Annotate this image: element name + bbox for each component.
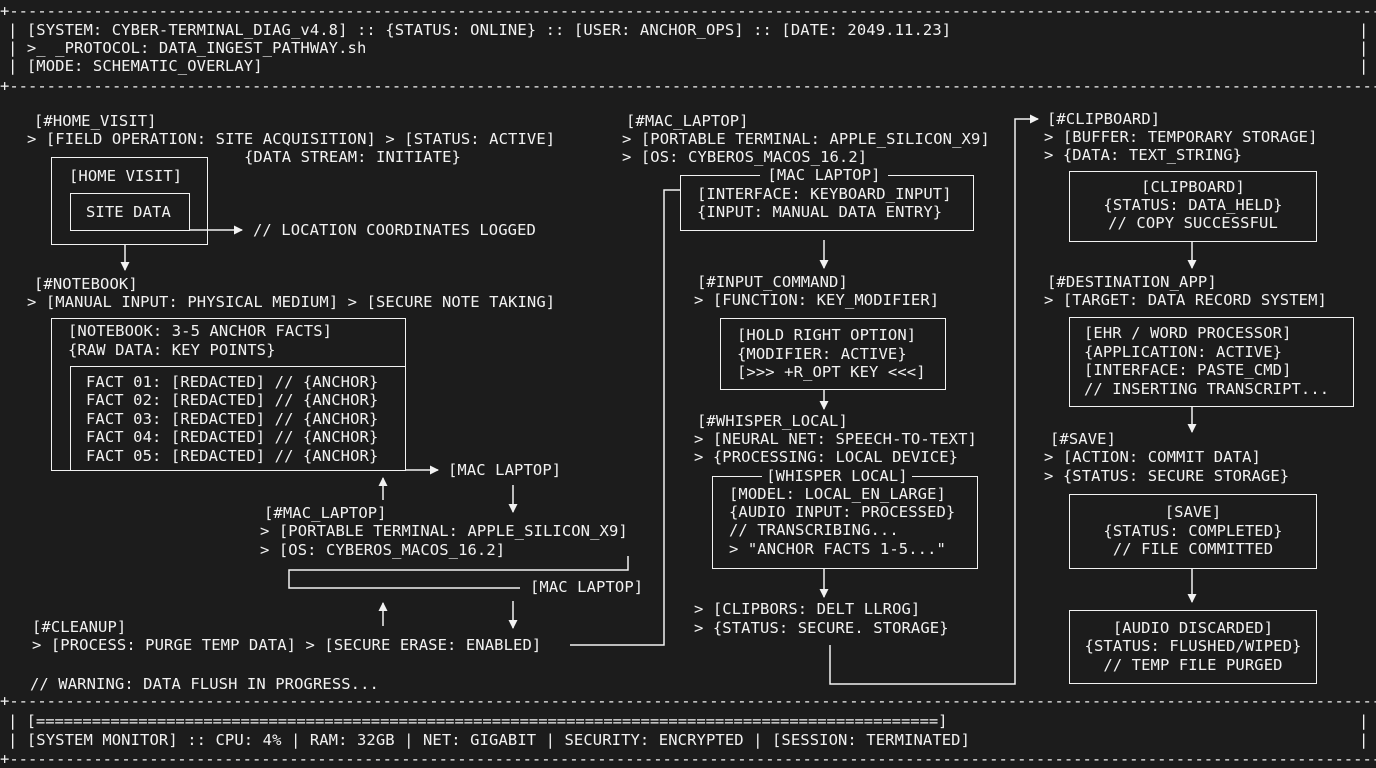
audio-discarded-line-3: // TEMP FILE PURGED (1103, 656, 1283, 674)
hold-option-line-1: [HOLD RIGHT OPTION] (737, 326, 917, 344)
home-visit-meta-1: > [FIELD OPERATION: SITE ACQUISITION] > … (27, 130, 556, 148)
whisper-local-meta-2: > {PROCESSING: LOCAL DEVICE} (694, 448, 959, 466)
data-flush-warning: // WARNING: DATA FLUSH IN PROGRESS... (30, 675, 379, 693)
save-box-line-3: // FILE COMMITTED (1112, 540, 1274, 558)
mac-laptop-box-line-2: {INPUT: MANUAL DATA ENTRY} (697, 203, 943, 221)
mac-laptop-meta-1-lower: > [PORTABLE TERMINAL: APPLE_SILICON_X9] (260, 522, 628, 540)
mac-laptop-meta-1: > [PORTABLE TERMINAL: APPLE_SILICON_X9] (622, 130, 990, 148)
footer-right-bar-2: | (1359, 731, 1369, 749)
mac-laptop-box-title: [MAC LAPTOP] (760, 166, 888, 185)
whisper-local-meta-1: > [NEURAL NET: SPEECH-TO-TEXT] (694, 430, 977, 448)
whisper-local-line-4: > "ANCHOR FACTS 1-5..." (729, 540, 946, 558)
destination-app-tag: [#DESTINATION_APP] (1047, 273, 1217, 291)
mac-laptop-label-1: [MAC LAPTOP] (448, 461, 562, 479)
whisper-local-box-title: [WHISPER LOCAL] (762, 467, 912, 486)
mac-laptop-box-line-1: [INTERFACE: KEYBOARD_INPUT] (697, 185, 952, 203)
whisper-local-tag: [#WHISPER_LOCAL] (697, 412, 848, 430)
clipboard-box-line-3: // COPY SUCCESSFUL (1108, 214, 1278, 232)
ehr-line-4: // INSERTING TRANSCRIPT... (1084, 380, 1330, 398)
clipboard-step-meta-1: > [CLIPBORS: DELT LLROG] (694, 600, 921, 618)
footer-right-bar-1: | (1359, 712, 1369, 730)
fact-item: FACT 02: [REDACTED] // {ANCHOR} (86, 391, 379, 409)
input-command-meta: > [FUNCTION: KEY_MODIFIER] (694, 291, 940, 309)
save-meta-1: > [ACTION: COMMIT DATA] (1044, 448, 1261, 466)
ehr-line-1: [EHR / WORD PROCESSOR] (1084, 324, 1292, 342)
clipboard-box-line-2: {STATUS: DATA_HELD} (1103, 196, 1283, 214)
progress-bar: | [=====================================… (8, 712, 948, 730)
cleanup-meta: > [PROCESS: PURGE TEMP DATA] > [SECURE E… (32, 636, 542, 654)
destination-app-meta: > [TARGET: DATA RECORD SYSTEM] (1044, 291, 1327, 309)
whisper-local-line-3: // TRANSCRIBING... (729, 521, 899, 539)
fact-item: FACT 03: [REDACTED] // {ANCHOR} (86, 410, 379, 428)
home-visit-tag: [#HOME_VISIT] (34, 112, 157, 130)
mac-laptop-tag-lower: [#MAC_LAPTOP] (264, 504, 387, 522)
save-tag: [#SAVE] (1050, 430, 1117, 448)
notebook-tag: [#NOTEBOOK] (34, 275, 138, 293)
clipboard-box-line-1: [CLIPBOARD] (1141, 178, 1245, 196)
mac-laptop-tag: [#MAC_LAPTOP] (626, 112, 749, 130)
clipboard-tag: [#CLIPBOARD] (1047, 110, 1161, 128)
notebook-box-line-1: [NOTEBOOK: 3-5 ANCHOR FACTS] (68, 322, 333, 340)
notebook-meta: > [MANUAL INPUT: PHYSICAL MEDIUM] > [SEC… (27, 293, 556, 311)
audio-discarded-line-2: {STATUS: FLUSHED/WIPED} (1084, 637, 1302, 655)
save-box-line-1: [SAVE] (1164, 503, 1222, 521)
location-coords-note: // LOCATION COORDINATES LOGGED (253, 221, 536, 239)
mac-laptop-meta-2: > [OS: CYBEROS_MACOS_16.2] (622, 148, 868, 166)
input-command-tag: [#INPUT_COMMAND] (697, 273, 848, 291)
ehr-line-2: {APPLICATION: ACTIVE} (1084, 343, 1283, 361)
clipboard-meta-1: > [BUFFER: TEMPORARY STORAGE] (1044, 128, 1318, 146)
cleanup-to-mac-line (570, 189, 680, 646)
hold-option-line-2: {MODIFIER: ACTIVE} (737, 345, 907, 363)
cleanup-tag: [#CLEANUP] (32, 618, 127, 636)
save-box-line-2: {STATUS: COMPLETED} (1103, 522, 1283, 540)
clipboard-meta-2: > {DATA: TEXT_STRING} (1044, 146, 1243, 164)
home-visit-box-title: [HOME VISIT] (69, 167, 183, 185)
notebook-box-line-2: {RAW DATA: KEY POINTS} (68, 341, 276, 359)
home-visit-meta-2: {DATA STREAM: INITIATE} (244, 148, 461, 166)
fact-item: FACT 04: [REDACTED] // {ANCHOR} (86, 428, 379, 446)
clipboard-step-meta-2: > {STATUS: SECURE. STORAGE} (694, 619, 949, 637)
hold-option-line-3: [>>> +R_OPT KEY <<<] (737, 363, 926, 381)
fact-item: FACT 01: [REDACTED] // {ANCHOR} (86, 373, 379, 391)
whisper-local-line-1: [MODEL: LOCAL_EN_LARGE] (729, 485, 946, 503)
mac-laptop-label-2: [MAC LAPTOP] (530, 578, 644, 596)
system-monitor-line: | [SYSTEM MONITOR] :: CPU: 4% | RAM: 32G… (8, 731, 971, 749)
ehr-line-3: [INTERFACE: PASTE_CMD] (1084, 361, 1292, 379)
site-data-label: SITE DATA (86, 203, 171, 221)
fact-item: FACT 05: [REDACTED] // {ANCHOR} (86, 447, 379, 465)
audio-discarded-line-1: [AUDIO DISCARDED] (1112, 619, 1274, 637)
save-meta-2: > {STATUS: SECURE STORAGE} (1044, 467, 1290, 485)
whisper-local-line-2: {AUDIO INPUT: PROCESSED} (729, 503, 956, 521)
mac-laptop-meta-2-lower: > [OS: CYBEROS_MACOS_16.2] (260, 541, 506, 559)
